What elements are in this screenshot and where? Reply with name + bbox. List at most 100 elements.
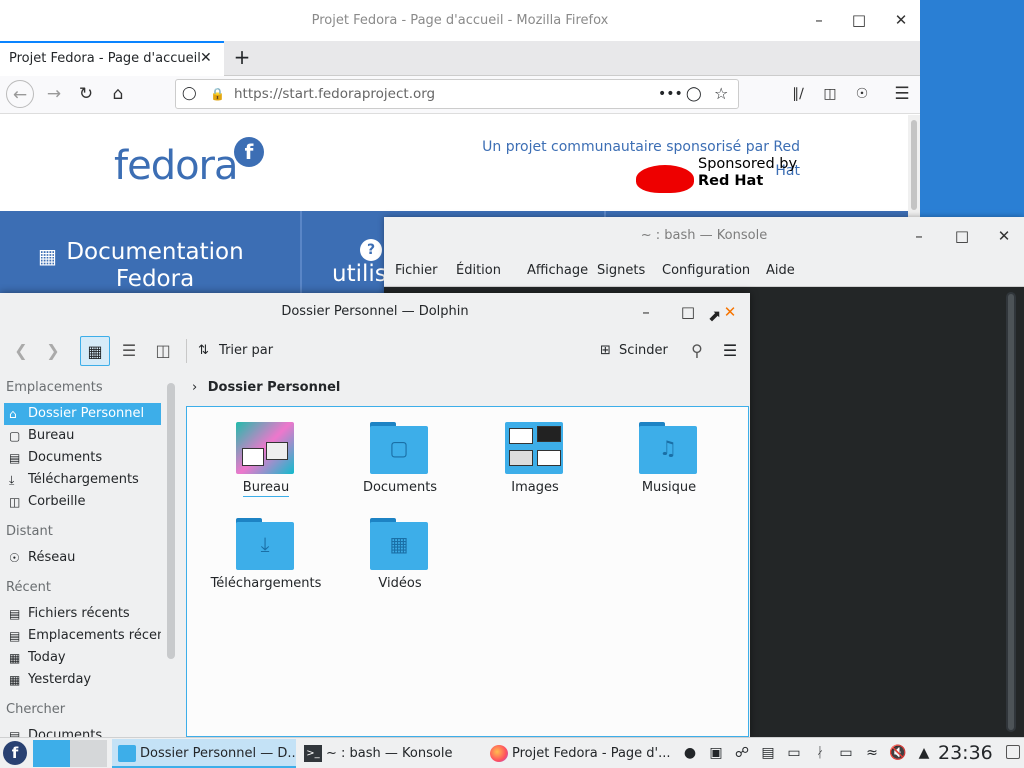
new-tab-icon[interactable]: + — [232, 41, 252, 74]
search-heading: Chercher — [6, 702, 66, 717]
split-label: Scinder — [619, 343, 668, 358]
menu-fichier[interactable]: Fichier — [395, 255, 438, 287]
back-icon[interactable]: ❮ — [8, 336, 34, 366]
home-icon: ⌂ — [9, 407, 17, 421]
application-launcher-icon[interactable]: f — [3, 741, 27, 765]
wifi-icon[interactable]: ≈ — [862, 743, 882, 763]
folder-item[interactable]: ⤓ Téléchargements — [201, 518, 331, 591]
clipboard-icon[interactable]: ▤ — [758, 743, 778, 763]
close-icon[interactable]: ✕ — [989, 221, 1019, 251]
sidebar-toggle-icon[interactable]: ◫ — [816, 80, 844, 108]
firefox-titlebar[interactable]: Projet Fedora - Page d'accueil - Mozilla… — [0, 0, 920, 41]
library-icon[interactable]: ∥∕ — [784, 80, 812, 108]
sidebar-item-trash[interactable]: ◫ Corbeille — [4, 491, 161, 513]
sidebar-item-label: Réseau — [28, 550, 76, 565]
sidebar-item-today[interactable]: ▦ Today — [4, 647, 161, 669]
close-icon[interactable]: ✕ — [886, 5, 916, 35]
redhat-logo[interactable]: Sponsored by Red Hat — [698, 156, 797, 190]
url-bar[interactable]: ◯ 🔒 https://start.fedoraproject.org ••• … — [175, 79, 739, 109]
sidebar-item-yesterday[interactable]: ▦ Yesterday — [4, 669, 161, 691]
forward-icon[interactable]: → — [40, 80, 68, 108]
minimize-icon[interactable]: – — [904, 221, 934, 251]
split-view-button[interactable]: ⊞ Scinder — [600, 336, 668, 366]
maximize-icon[interactable]: □ — [844, 5, 874, 35]
menu-edition[interactable]: Édition — [456, 255, 501, 287]
sidebar-item-recent-files[interactable]: ▤ Fichiers récents — [4, 603, 161, 625]
menu-aide[interactable]: Aide — [766, 255, 795, 287]
tab-fedora-start[interactable]: Projet Fedora - Page d'accueil ✕ — [0, 41, 224, 76]
sidebar-item-label: Téléchargements — [28, 472, 139, 487]
url-text[interactable]: https://start.fedoraproject.org — [234, 80, 435, 108]
menu-affichage[interactable]: Affichage — [527, 255, 588, 287]
sidebar-item-network[interactable]: ☉ Réseau — [4, 547, 161, 569]
details-view-icon[interactable]: ◫ — [148, 336, 178, 366]
bluetooth-status-icon[interactable]: ᛅ — [810, 743, 830, 763]
maximize-icon[interactable]: □ — [673, 297, 703, 327]
desktop-pager[interactable] — [33, 740, 107, 767]
clock[interactable]: 23:36 — [938, 738, 993, 768]
firefox-window-title: Projet Fedora - Page d'accueil - Mozilla… — [311, 13, 609, 28]
scrollbar-thumb[interactable] — [911, 120, 917, 210]
tray-expand-icon[interactable]: ▲ — [914, 743, 934, 763]
sidebar-item-search-documents[interactable]: ▤ Documents — [4, 725, 161, 737]
pocket-icon[interactable]: ◯ — [686, 80, 702, 108]
task-konsole[interactable]: >_ ~ : bash — Konsole — [298, 739, 480, 768]
users-link[interactable]: utilis — [332, 261, 387, 287]
sidebar-item-home[interactable]: ⌂ Dossier Personnel — [4, 403, 161, 425]
konsole-window-title: ~ : bash — Konsole — [640, 228, 768, 243]
volume-muted-icon[interactable]: 🔇 — [888, 743, 908, 763]
usb-device-icon[interactable]: ▭ — [836, 743, 856, 763]
menu-signets[interactable]: Signets — [597, 255, 645, 287]
minimize-icon[interactable]: – — [804, 5, 834, 35]
breadcrumb-current[interactable]: Dossier Personnel — [208, 380, 341, 395]
sort-by-label: Trier par — [219, 343, 274, 358]
page-actions-icon[interactable]: ••• — [658, 80, 683, 108]
back-icon[interactable]: ← — [6, 80, 34, 108]
menu-configuration[interactable]: Configuration — [662, 255, 750, 287]
folder-item[interactable]: Bureau — [201, 422, 331, 497]
search-icon[interactable]: ⚲ — [684, 336, 710, 366]
sort-by-button[interactable]: ⇅ Trier par — [198, 336, 273, 366]
places-scrollbar[interactable] — [167, 383, 175, 659]
forward-icon[interactable]: ❯ — [40, 336, 66, 366]
folder-label: Vidéos — [378, 576, 422, 591]
close-tab-icon[interactable]: ✕ — [200, 43, 212, 74]
show-desktop-icon[interactable] — [1006, 745, 1020, 759]
shield-icon[interactable]: ◯ — [182, 80, 197, 108]
menu-hamburger-icon[interactable]: ☰ — [716, 336, 744, 366]
lock-icon[interactable]: 🔒 — [210, 80, 225, 108]
music-folder-icon: ♫ — [639, 422, 699, 474]
bookmark-star-icon[interactable]: ☆ — [714, 80, 728, 108]
fedora-infinity-icon: f — [234, 137, 264, 167]
file-view[interactable]: Bureau ▢ Documents Images ♫ Musique ⤓ Té… — [186, 406, 749, 737]
minimize-icon[interactable]: – — [631, 297, 661, 327]
icons-view-icon[interactable]: ▦ — [80, 336, 110, 366]
network-manager-icon[interactable]: ☍ — [732, 743, 752, 763]
folder-item[interactable]: ▦ Vidéos — [335, 518, 465, 591]
pager-desktop-1[interactable] — [33, 740, 70, 767]
reload-icon[interactable]: ↻ — [72, 80, 100, 108]
sidebar-item-documents[interactable]: ▤ Documents — [4, 447, 161, 469]
sidebar-item-downloads[interactable]: ⤓ Téléchargements — [4, 469, 161, 491]
sidebar-item-bureau[interactable]: ▢ Bureau — [4, 425, 161, 447]
account-icon[interactable]: ☉ — [848, 80, 876, 108]
documentation-link[interactable]: ▦ Documentation Fedora — [38, 239, 270, 293]
breadcrumb[interactable]: › Dossier Personnel — [186, 373, 750, 403]
scrollbar-thumb[interactable] — [1008, 294, 1014, 730]
bluetooth-icon[interactable]: ● — [680, 743, 700, 763]
folder-item[interactable]: ▢ Documents — [335, 422, 465, 495]
terminal-scrollbar[interactable] — [1006, 292, 1016, 732]
sidebar-item-recent-locations[interactable]: ▤ Emplacements récents — [4, 625, 161, 647]
maximize-icon[interactable]: □ — [947, 221, 977, 251]
menu-hamburger-icon[interactable]: ☰ — [888, 80, 916, 108]
compact-view-icon[interactable]: ☰ — [114, 336, 144, 366]
folder-item[interactable]: Images — [470, 422, 600, 495]
task-dolphin[interactable]: Dossier Personnel — D... — [112, 739, 296, 768]
package-icon[interactable]: ▣ — [706, 743, 726, 763]
task-firefox[interactable]: Projet Fedora - Page d'... — [484, 739, 670, 768]
folder-item[interactable]: ♫ Musique — [604, 422, 734, 495]
fedora-logo[interactable]: fedora — [114, 143, 239, 189]
home-icon[interactable]: ⌂ — [104, 80, 132, 108]
battery-icon[interactable]: ▭ — [784, 743, 804, 763]
pager-desktop-2[interactable] — [70, 740, 107, 767]
